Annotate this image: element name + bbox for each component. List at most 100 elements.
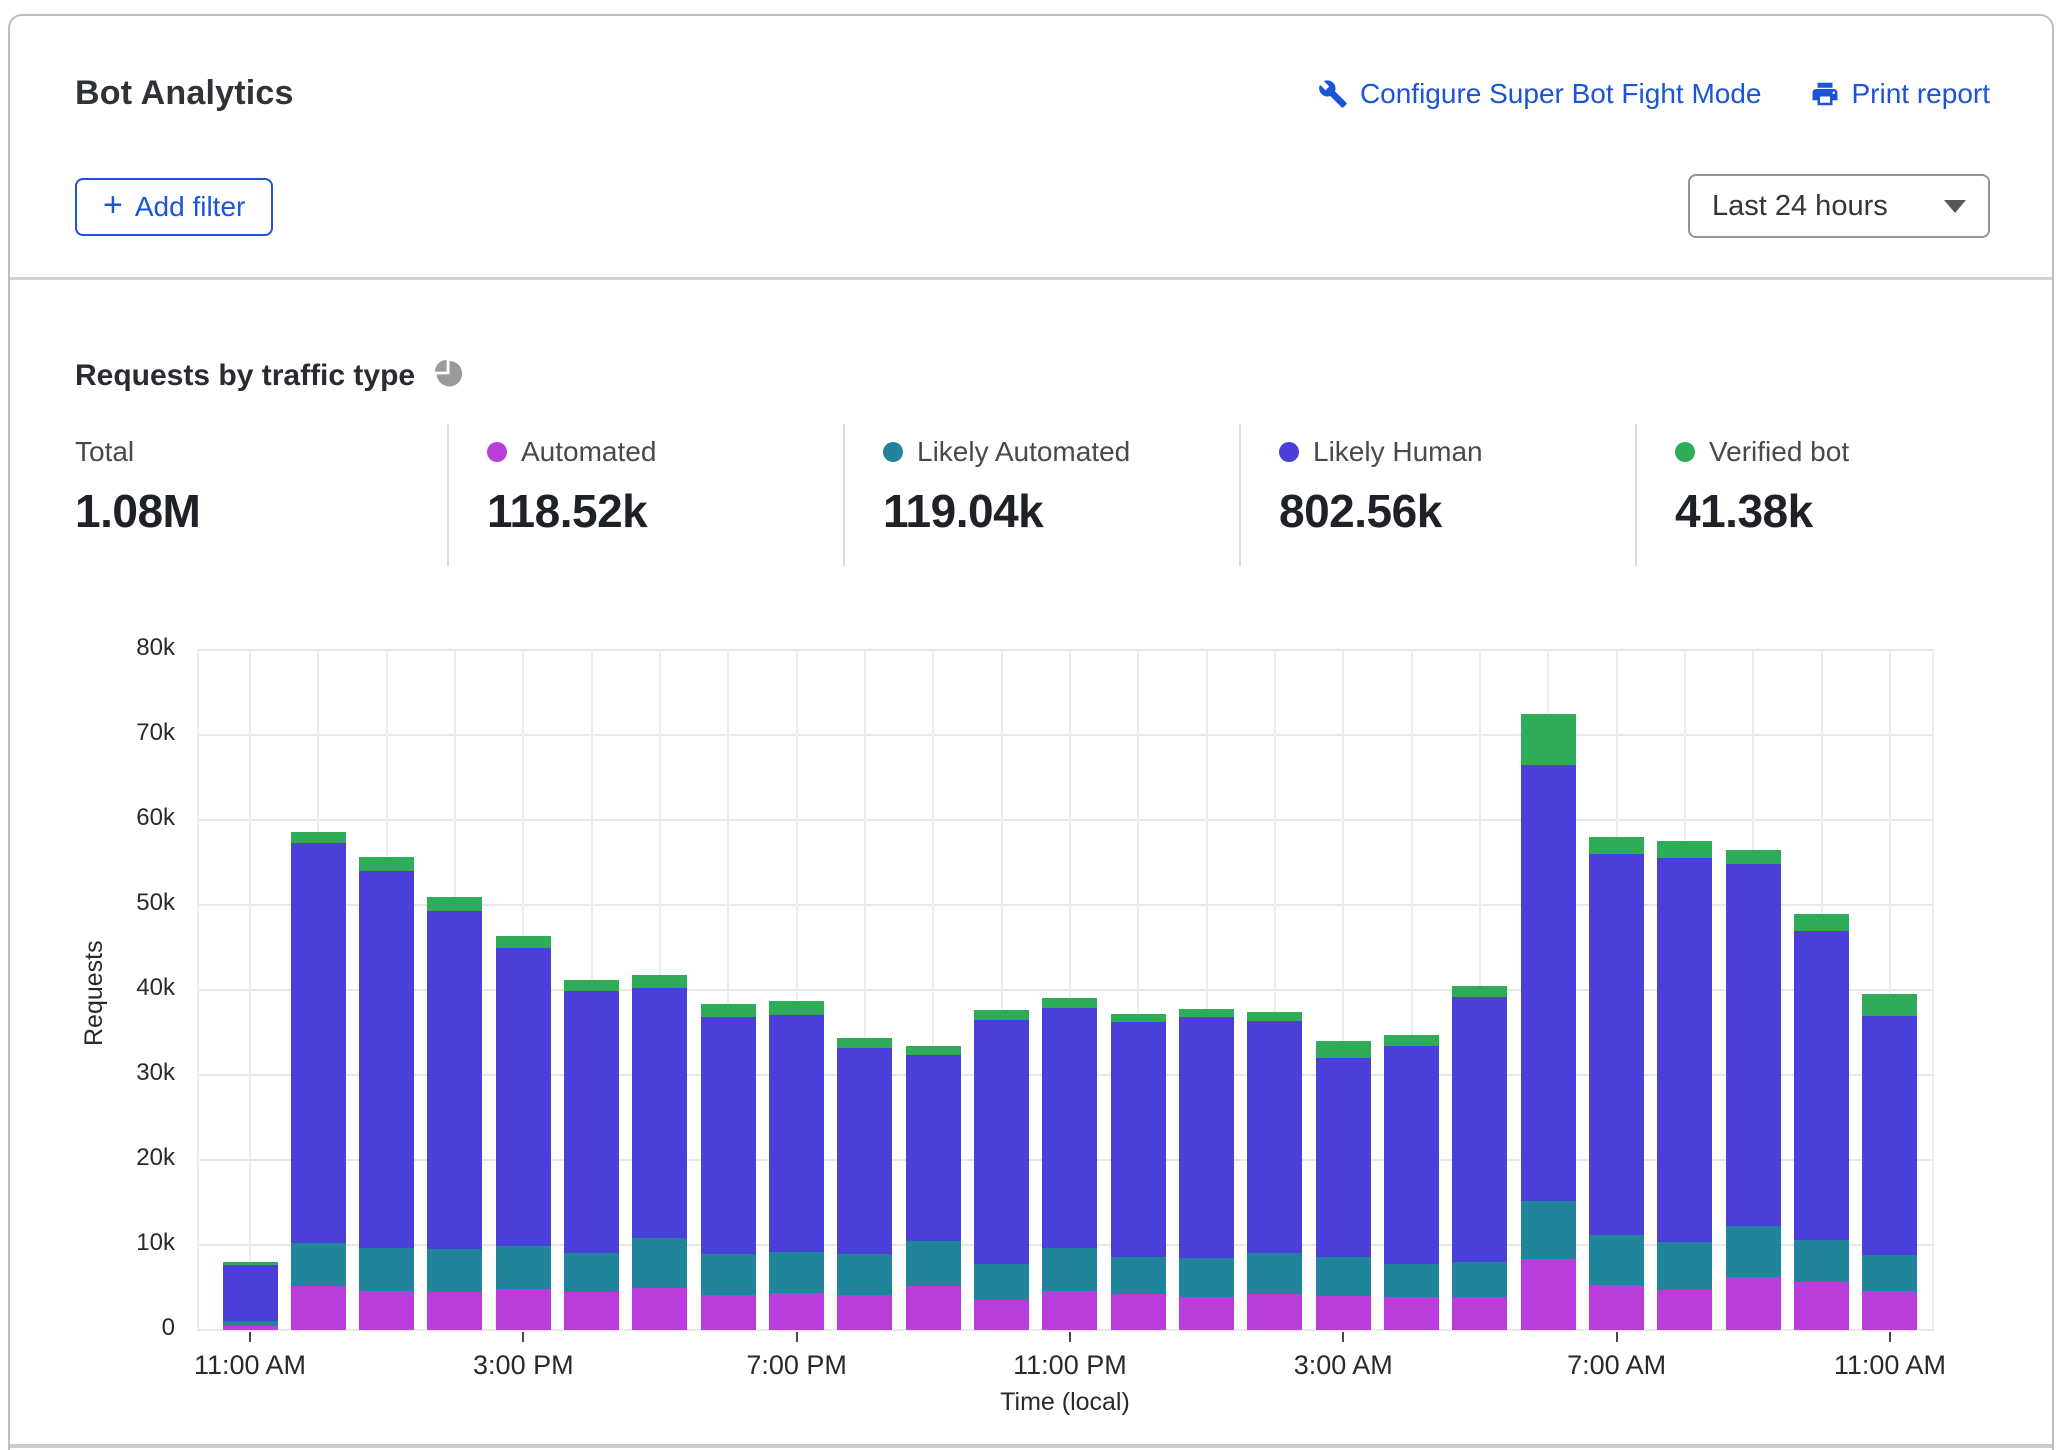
legend-dot xyxy=(883,442,903,462)
segment-verified-bot xyxy=(1042,998,1097,1008)
segment-likely-human xyxy=(1247,1021,1302,1252)
bar-6-00-pm[interactable] xyxy=(701,1004,756,1330)
segment-likely-human xyxy=(1862,1016,1917,1256)
segment-verified-bot xyxy=(906,1046,961,1055)
bar-3-00-am[interactable] xyxy=(1316,1041,1371,1330)
segment-likely-automated xyxy=(359,1248,414,1291)
section-title-text: Requests by traffic type xyxy=(75,359,415,393)
add-filter-label: Add filter xyxy=(135,191,246,223)
segment-likely-automated xyxy=(837,1254,892,1296)
segment-automated xyxy=(1247,1294,1302,1330)
x-tick-label: 11:00 PM xyxy=(960,1350,1180,1381)
header-divider xyxy=(10,277,2052,280)
segment-likely-automated xyxy=(1657,1242,1712,1290)
v-gridline xyxy=(1932,650,1934,1330)
y-tick-label: 50k xyxy=(55,889,175,917)
bar-4-00-pm[interactable] xyxy=(564,980,619,1330)
segment-verified-bot xyxy=(1316,1041,1371,1058)
bar-9-00-pm[interactable] xyxy=(906,1046,961,1330)
bar-8-00-pm[interactable] xyxy=(837,1038,892,1330)
segment-likely-automated xyxy=(1794,1240,1849,1283)
segment-likely-human xyxy=(1384,1046,1439,1264)
segment-likely-automated xyxy=(1042,1248,1097,1291)
bar-10-00-pm[interactable] xyxy=(974,1010,1029,1330)
bar-11-00-am[interactable] xyxy=(1862,994,1917,1330)
bar-2-00-am[interactable] xyxy=(1247,1012,1302,1330)
add-filter-button[interactable]: + Add filter xyxy=(75,178,273,236)
bar-8-00-am[interactable] xyxy=(1657,841,1712,1330)
stat-label-row: Verified bot xyxy=(1675,436,1849,468)
bar-5-00-pm[interactable] xyxy=(632,975,687,1330)
segment-likely-human xyxy=(1111,1022,1166,1257)
stat-likely-automated: Likely Automated119.04k xyxy=(883,436,1130,538)
bar-12-00-am[interactable] xyxy=(1111,1014,1166,1330)
bar-2-00-pm[interactable] xyxy=(427,897,482,1330)
segment-likely-automated xyxy=(1316,1257,1371,1296)
segment-verified-bot xyxy=(1247,1012,1302,1021)
segment-automated xyxy=(632,1288,687,1330)
segment-likely-automated xyxy=(496,1246,551,1289)
x-tick xyxy=(1889,1332,1891,1342)
segment-verified-bot xyxy=(769,1001,824,1015)
segment-likely-human xyxy=(1042,1008,1097,1249)
pie-chart-icon xyxy=(431,356,465,395)
stat-automated: Automated118.52k xyxy=(487,436,656,538)
segment-verified-bot xyxy=(1179,1009,1234,1018)
configure-super-bot-fight-mode-link[interactable]: Configure Super Bot Fight Mode xyxy=(1318,78,1762,110)
bar-9-00-am[interactable] xyxy=(1726,850,1781,1330)
bar-7-00-am[interactable] xyxy=(1589,837,1644,1330)
bar-11-00-pm[interactable] xyxy=(1042,998,1097,1330)
segment-likely-automated xyxy=(1452,1262,1507,1297)
v-gridline xyxy=(197,650,199,1330)
bar-1-00-am[interactable] xyxy=(1179,1009,1234,1330)
segment-likely-human xyxy=(1316,1058,1371,1257)
y-tick-label: 70k xyxy=(55,719,175,747)
bar-10-00-am[interactable] xyxy=(1794,914,1849,1330)
bar-11-00-am[interactable] xyxy=(223,1262,278,1330)
h-gridline xyxy=(197,819,1934,821)
segment-automated xyxy=(1111,1294,1166,1330)
segment-likely-human xyxy=(427,911,482,1249)
segment-likely-automated xyxy=(769,1252,824,1293)
segment-verified-bot xyxy=(564,980,619,991)
segment-automated xyxy=(1042,1291,1097,1330)
x-tick xyxy=(1616,1332,1618,1342)
segment-automated xyxy=(223,1326,278,1330)
segment-verified-bot xyxy=(496,936,551,947)
segment-likely-human xyxy=(1726,864,1781,1225)
x-tick-label: 11:00 AM xyxy=(140,1350,360,1381)
print-report-link[interactable]: Print report xyxy=(1810,78,1991,110)
stat-label: Automated xyxy=(521,436,656,468)
bar-5-00-am[interactable] xyxy=(1452,986,1507,1330)
segment-likely-human xyxy=(1794,931,1849,1240)
segment-likely-human xyxy=(1452,997,1507,1262)
header-actions: Configure Super Bot Fight Mode Print rep… xyxy=(1318,78,1990,110)
stat-value: 1.08M xyxy=(75,484,200,538)
y-tick-label: 30k xyxy=(55,1059,175,1087)
x-tick xyxy=(796,1332,798,1342)
bar-1-00-pm[interactable] xyxy=(359,857,414,1330)
bar-3-00-pm[interactable] xyxy=(496,936,551,1330)
stat-label: Verified bot xyxy=(1709,436,1849,468)
segment-automated xyxy=(359,1291,414,1330)
segment-verified-bot xyxy=(701,1004,756,1018)
bar-4-00-am[interactable] xyxy=(1384,1035,1439,1330)
bar-7-00-pm[interactable] xyxy=(769,1001,824,1330)
y-tick-label: 20k xyxy=(55,1144,175,1172)
segment-verified-bot xyxy=(1589,837,1644,854)
segment-automated xyxy=(701,1295,756,1330)
segment-likely-human xyxy=(291,843,346,1243)
segment-likely-automated xyxy=(974,1264,1029,1301)
segment-likely-human xyxy=(1589,854,1644,1235)
configure-link-label: Configure Super Bot Fight Mode xyxy=(1360,78,1762,110)
bar-12-00-pm[interactable] xyxy=(291,832,346,1330)
segment-automated xyxy=(1316,1296,1371,1330)
segment-likely-automated xyxy=(427,1249,482,1292)
time-range-select[interactable]: Last 24 hours xyxy=(1688,174,1990,238)
segment-likely-automated xyxy=(1111,1257,1166,1294)
stat-value: 119.04k xyxy=(883,484,1130,538)
segment-likely-human xyxy=(632,988,687,1238)
bar-6-00-am[interactable] xyxy=(1521,714,1576,1330)
segment-likely-automated xyxy=(1726,1226,1781,1277)
section-title: Requests by traffic type xyxy=(75,356,465,395)
